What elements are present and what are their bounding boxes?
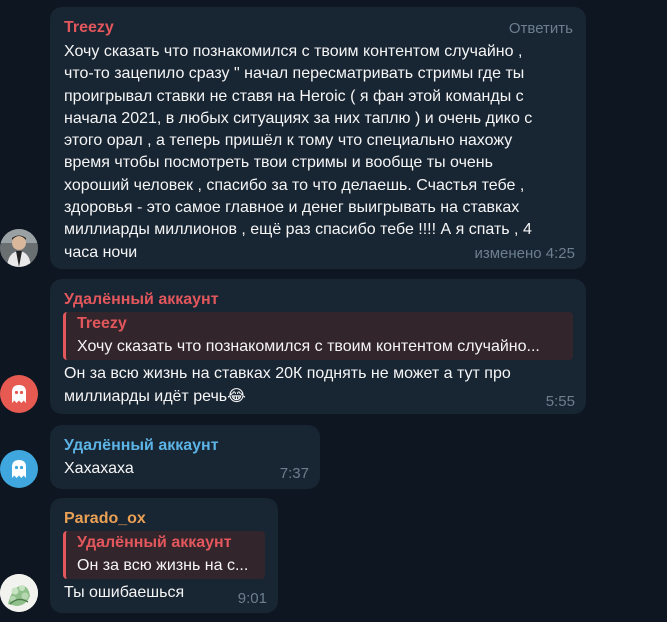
reply-button[interactable]: Ответить (509, 20, 573, 37)
ghost-icon (12, 460, 26, 478)
ghost-icon (12, 385, 26, 403)
flower-sticker-icon (0, 574, 38, 612)
user-avatar[interactable] (0, 574, 38, 612)
message-time: 5:55 (545, 393, 575, 410)
sender-name[interactable]: Treezy (64, 19, 114, 37)
message-bubble[interactable]: Parado_ox Удалённый аккаунт Он за всю жи… (50, 498, 278, 613)
message-time: 7:37 (279, 465, 309, 482)
user-avatar[interactable] (0, 229, 38, 267)
user-avatar[interactable] (0, 375, 38, 413)
joy-emoji: 😂 (227, 386, 246, 406)
message-text: Хочу сказать что познакомился с твоим ко… (64, 43, 533, 261)
message-text-content: Он за всю жизнь на ставках 20К поднять н… (64, 365, 511, 406)
reply-quote[interactable]: Treezy Хочу сказать что познакомился с т… (63, 312, 573, 360)
sender-name[interactable]: Удалённый аккаунт (64, 437, 219, 455)
reply-preview-text: Он за всю жизнь на с... (77, 557, 249, 574)
sender-name[interactable]: Удалённый аккаунт (64, 291, 219, 309)
reply-sender-name: Treezy (77, 315, 127, 332)
message-text: Он за всю жизнь на ставках 20К поднять н… (64, 363, 511, 409)
message-text: Ты ошибаешься (64, 584, 185, 601)
message-bubble[interactable]: Удалённый аккаунт Treezy Хочу сказать чт… (50, 279, 586, 414)
message-time: изменено 4:25 (474, 245, 575, 262)
reply-sender-name: Удалённый аккаунт (77, 534, 232, 551)
person-photo-icon (0, 229, 38, 267)
message-bubble[interactable]: Treezy Ответить Хочу сказать что познако… (50, 7, 586, 269)
sender-name[interactable]: Parado_ox (64, 510, 146, 528)
reply-quote[interactable]: Удалённый аккаунт Он за всю жизнь на с..… (63, 531, 265, 579)
reply-preview-text: Хочу сказать что познакомился с твоим ко… (77, 338, 540, 355)
user-avatar[interactable] (0, 450, 38, 488)
message-time: 9:01 (237, 590, 267, 607)
message-bubble[interactable]: Удалённый аккаунт Хахахаха 7:37 (50, 425, 320, 489)
message-text: Хахахаха (64, 460, 134, 477)
